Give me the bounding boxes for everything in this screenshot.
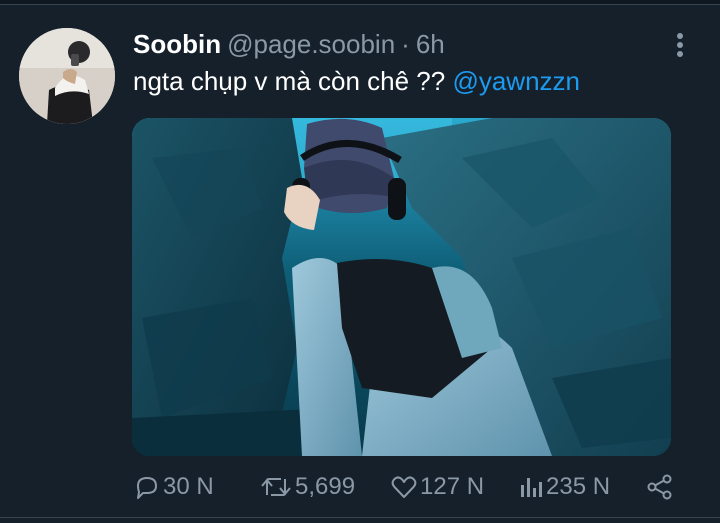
header-separator: · <box>401 29 410 59</box>
avatar[interactable] <box>19 28 115 124</box>
tweet-header: Soobin @page.soobin · 6h <box>133 29 445 59</box>
retweet-icon <box>261 478 291 496</box>
tweet-text: ngta chụp v mà còn chê ?? @yawnzzn <box>133 66 580 96</box>
aquarium-photo <box>132 118 671 456</box>
share-icon <box>647 474 672 500</box>
tweet-timestamp[interactable]: 6h <box>416 29 445 60</box>
views-count: 235 N <box>546 473 611 500</box>
like-button[interactable]: 127 N <box>390 470 484 504</box>
views-button[interactable]: 235 N <box>518 470 610 504</box>
reply-count: 30 N <box>163 473 214 500</box>
bottom-divider <box>0 517 720 518</box>
more-options-button[interactable] <box>670 32 690 58</box>
top-divider <box>0 0 720 5</box>
share-button[interactable] <box>646 470 674 504</box>
like-count: 127 N <box>420 473 485 500</box>
mention-link[interactable]: @yawnzzn <box>452 66 580 96</box>
more-options-icon <box>677 33 683 57</box>
tweet-body: ngta chụp v mà còn chê ?? <box>133 66 453 96</box>
retweet-button[interactable]: 5,699 <box>259 470 355 504</box>
reply-icon <box>137 477 157 499</box>
display-name[interactable]: Soobin <box>133 29 221 60</box>
retweet-count: 5,699 <box>295 473 356 500</box>
heart-icon <box>391 476 417 498</box>
tweet-actions: 30 N 5,699 127 N 235 N <box>0 470 720 504</box>
reply-button[interactable]: 30 N <box>133 470 214 504</box>
avatar-photo <box>19 28 115 124</box>
user-handle[interactable]: @page.soobin <box>227 29 395 60</box>
analytics-icon <box>521 478 542 497</box>
tweet-media[interactable] <box>132 118 671 456</box>
